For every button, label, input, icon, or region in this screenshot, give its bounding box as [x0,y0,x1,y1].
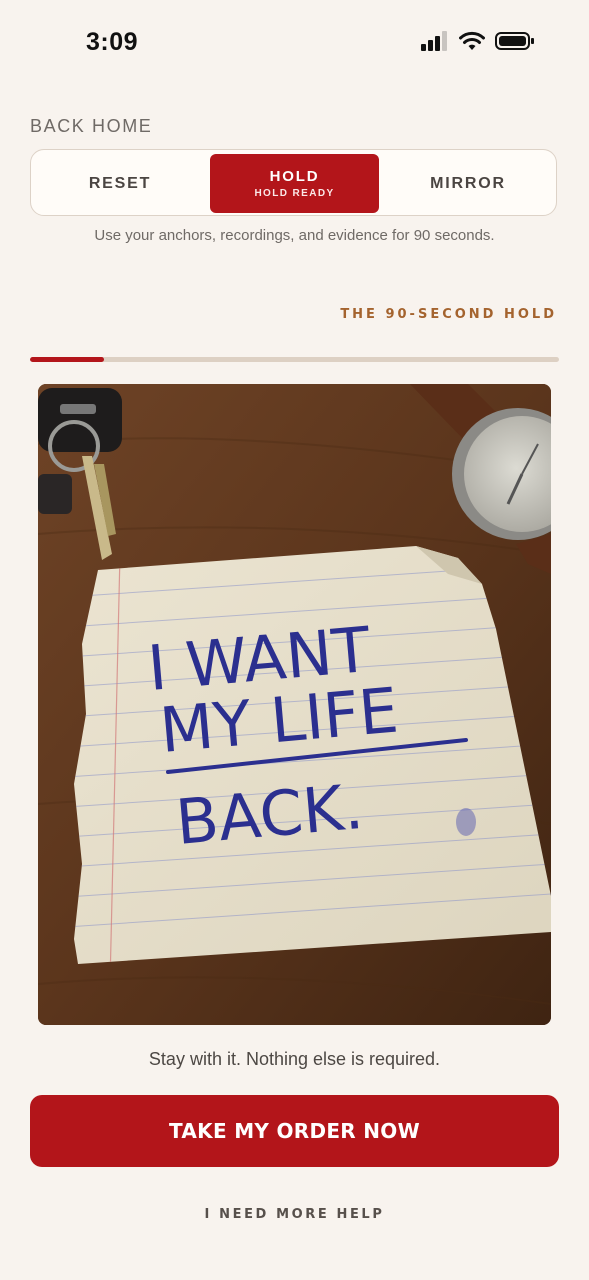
mirror-tab[interactable]: MIRROR [379,150,557,217]
wifi-icon [459,31,485,56]
back-home-link[interactable]: BACK HOME [30,116,152,137]
reset-tab-label: RESET [88,174,152,192]
anchor-photo: I WANT MY LIFE BACK. [38,384,551,1025]
hold-progress-fill [30,357,105,362]
cellular-signal-icon [421,31,449,56]
hold-tab[interactable]: HOLD HOLD READY [210,154,379,213]
battery-icon [495,31,535,56]
take-my-order-now-button[interactable]: TAKE MY ORDER NOW [30,1095,559,1167]
mirror-tab-label: MIRROR [430,174,506,192]
hold-tab-label: HOLD [269,168,320,185]
section-title: THE 90-SECOND HOLD [340,307,557,322]
hold-status-label: HOLD READY [254,188,335,199]
hold-progress-bar [30,357,559,362]
helper-text: Use your anchors, recordings, and eviden… [94,227,495,244]
need-more-help-link[interactable]: I NEED MORE HELP [0,1207,589,1222]
status-time: 3:09 [86,28,139,56]
reset-tab[interactable]: RESET [31,150,209,217]
mode-segmented-control: RESET HOLD HOLD READY MIRROR [30,149,557,216]
caption-text: Stay with it. Nothing else is required. [148,1049,441,1069]
status-icons [421,31,535,56]
status-bar: 3:09 [0,0,589,88]
